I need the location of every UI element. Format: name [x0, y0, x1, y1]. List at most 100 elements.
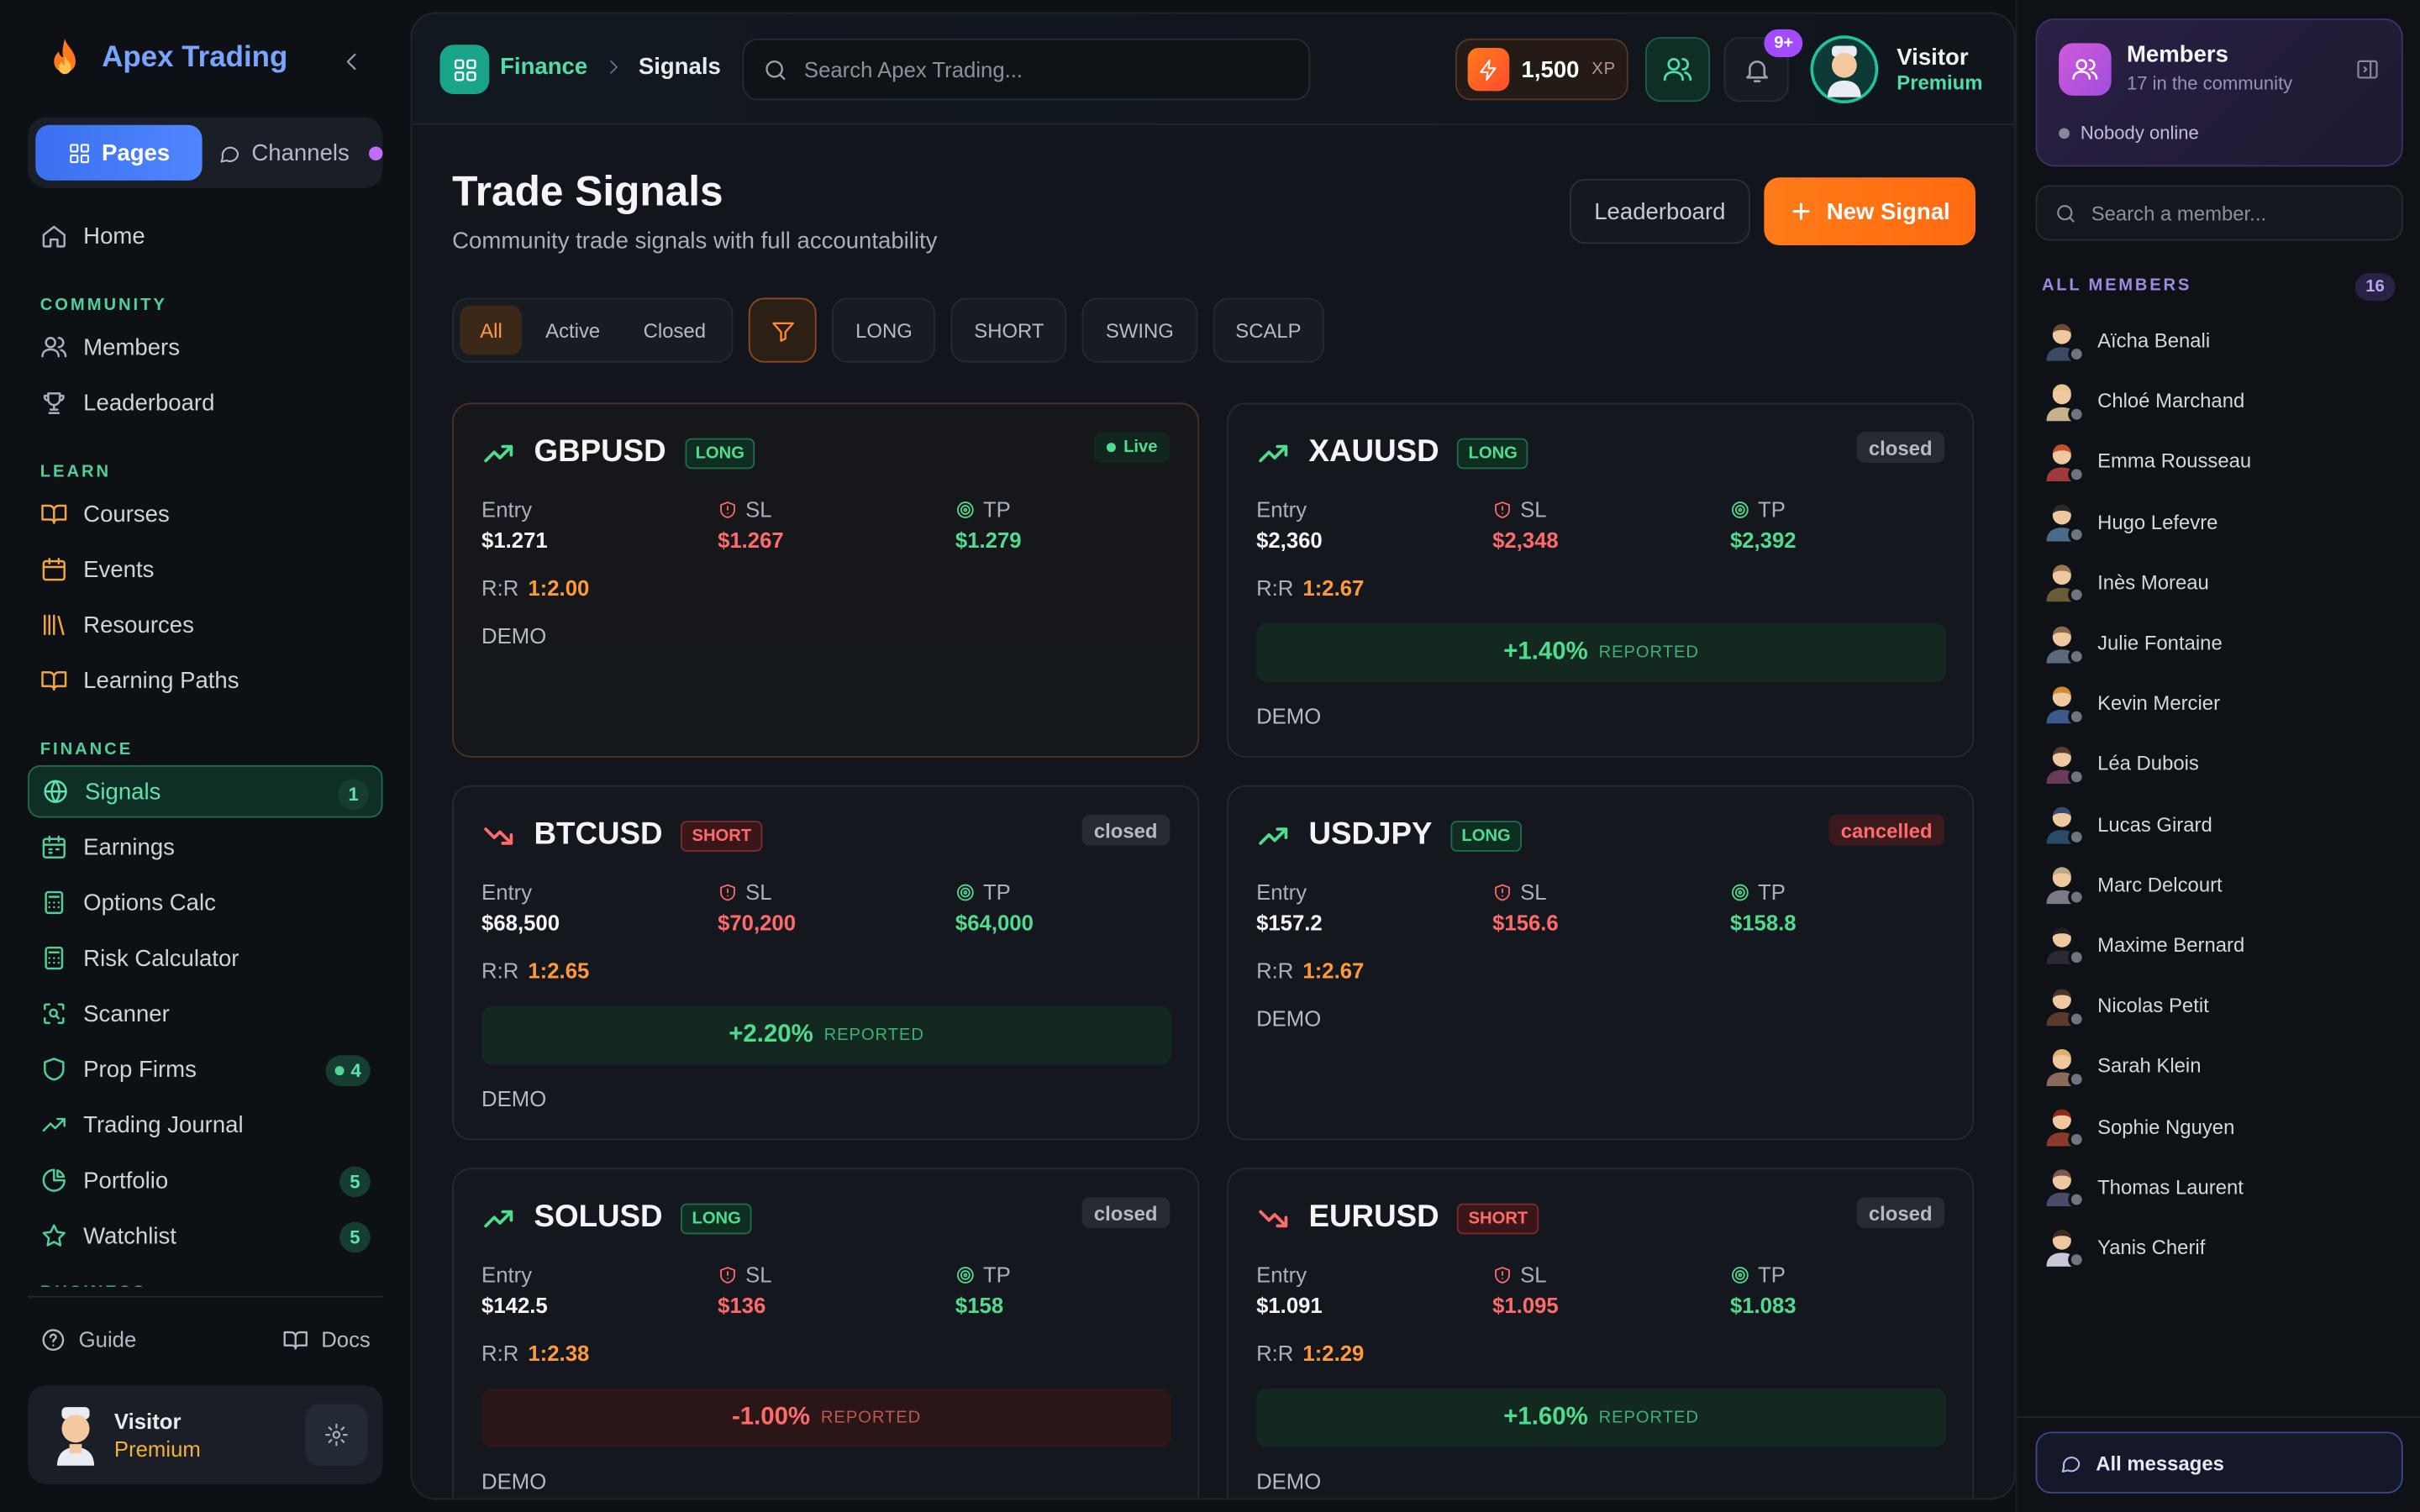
member-row[interactable]: Lucas Girard [2042, 794, 2406, 854]
member-row[interactable]: Julie Fontaine [2042, 612, 2406, 673]
signal-card[interactable]: XAUUSD LONG closed Entry $2,360 SL $2,348 … [1227, 402, 1975, 758]
search-input[interactable] [803, 56, 1291, 82]
shield-icon [44, 1058, 65, 1081]
entry-label: Entry [481, 879, 533, 905]
presence-dot [2068, 586, 2086, 604]
brand[interactable]: Apex Trading [46, 37, 287, 80]
member-name: Thomas Laurent [2097, 1175, 2244, 1199]
signal-card[interactable]: EURUSD SHORT closed Entry $1.091 SL $1.095… [1227, 1168, 1975, 1499]
sidebar-item-members[interactable]: Members [28, 321, 382, 373]
new-signal-button[interactable]: New Signal [1764, 177, 1975, 246]
member-row[interactable]: Hugo Lefevre [2042, 491, 2406, 552]
avatar [2042, 622, 2086, 664]
settings-button[interactable] [305, 1404, 368, 1466]
member-row[interactable]: Sophie Nguyen [2042, 1096, 2406, 1157]
signal-card[interactable]: GBPUSD LONG Live Entry $1.271 SL $1.267 TP… [452, 402, 1200, 758]
rr-value: 1:2.38 [528, 1341, 590, 1366]
notifications-button[interactable]: 9+ [1723, 29, 1803, 102]
member-name: Emma Rousseau [2097, 449, 2252, 473]
sidebar-item-learning-paths[interactable]: Learning Paths [28, 654, 382, 706]
member-row[interactable]: Kevin Mercier [2042, 673, 2406, 733]
signal-header: BTCUSD SHORT [481, 817, 763, 853]
avatar [2042, 743, 2086, 785]
member-name: Inès Moreau [2097, 570, 2209, 594]
presence-dot [2068, 768, 2086, 785]
channels-tab[interactable]: Channels [218, 125, 384, 181]
signal-header: XAUUSD LONG [1256, 435, 1528, 470]
member-row[interactable]: Inès Moreau [2042, 552, 2406, 612]
sidebar-item-label: Courses [83, 501, 170, 528]
sidebar-item-options-calc[interactable]: Options Calc [28, 876, 382, 928]
member-row[interactable]: Marc Delcourt [2042, 854, 2406, 915]
filter-toggle-button[interactable] [749, 297, 818, 363]
pages-tab[interactable]: Pages [35, 124, 203, 181]
topbar-user-info: Visitor Premium [1897, 45, 1982, 94]
trend-up-icon [1259, 827, 1288, 844]
filter-scalp[interactable]: SCALP [1212, 297, 1325, 363]
sidebar-item-leaderboard[interactable]: Leaderboard [28, 376, 382, 428]
shield-alert-icon [720, 883, 735, 900]
sidebar-item-earnings[interactable]: Earnings [28, 821, 382, 873]
star-icon [42, 1224, 66, 1247]
sidebar-item-home[interactable]: Home [28, 210, 382, 262]
rr-label: R:R [1256, 575, 1294, 601]
signal-card[interactable]: BTCUSD SHORT closed Entry $68,500 SL $70,2… [452, 785, 1200, 1141]
xp-display[interactable]: 1,500 XP [1455, 38, 1628, 101]
sl-value: $70,200 [718, 910, 797, 936]
members-toggle-button[interactable] [1644, 37, 1711, 102]
signal-card[interactable]: SOLUSD LONG closed Entry $142.5 SL $136 TP… [452, 1168, 1200, 1499]
sidebar-item-prop-firms[interactable]: Prop Firms 4 [28, 1043, 382, 1095]
presence-dot [2068, 647, 2086, 664]
filter-long[interactable]: LONG [832, 297, 936, 363]
guide-link[interactable]: Guide [40, 1326, 137, 1352]
member-row[interactable]: Aïcha Benali [2042, 310, 2406, 370]
member-row[interactable]: Thomas Laurent [2042, 1157, 2406, 1217]
member-search-input[interactable] [2091, 201, 2385, 225]
tp-value: $1.279 [955, 528, 1022, 553]
sidebar-item-scanner[interactable]: Scanner [28, 987, 382, 1039]
filter-short[interactable]: SHORT [950, 297, 1067, 363]
breadcrumb-section[interactable]: Finance [500, 54, 587, 80]
signal-card[interactable]: USDJPY LONG cancelled Entry $157.2 SL $156… [1227, 785, 1975, 1141]
sidebar-item-events[interactable]: Events [28, 543, 382, 596]
member-row[interactable]: Léa Dubois [2042, 733, 2406, 794]
member-row[interactable]: Sarah Klein [2042, 1036, 2406, 1096]
rr-value: 1:2.65 [528, 958, 590, 983]
account-type: DEMO [481, 1086, 547, 1111]
sidebar-item-risk-calculator[interactable]: Risk Calculator [28, 932, 382, 984]
member-row[interactable]: Yanis Cherif [2042, 1217, 2406, 1278]
member-row[interactable]: Emma Rousseau [2042, 431, 2406, 491]
presence-dot [2068, 1191, 2086, 1209]
sidebar-item-resources[interactable]: Resources [28, 599, 382, 651]
sidebar-item-courses[interactable]: Courses [28, 487, 382, 539]
member-row[interactable]: Maxime Bernard [2042, 915, 2406, 975]
leaderboard-button[interactable]: Leaderboard [1569, 179, 1750, 244]
account-type: DEMO [481, 1468, 547, 1494]
member-row[interactable]: Nicolas Petit [2042, 975, 2406, 1036]
sidebar-item-signals[interactable]: Signals 1 [28, 765, 383, 818]
finance-home-button[interactable] [439, 45, 490, 95]
docs-link[interactable]: Docs [282, 1326, 371, 1352]
sl-value: $1.267 [718, 528, 784, 553]
chat-bubble-icon [2061, 1456, 2081, 1472]
trend-up-icon [1259, 444, 1288, 462]
sidebar-item-watchlist[interactable]: Watchlist 5 [28, 1210, 382, 1262]
filter-all[interactable]: All [460, 305, 523, 355]
collapse-sidebar-icon[interactable] [339, 50, 364, 74]
filter-closed[interactable]: Closed [623, 306, 726, 355]
filter-active[interactable]: Active [525, 306, 620, 355]
panel-collapse-icon[interactable] [2355, 57, 2380, 81]
sidebar-item-portfolio[interactable]: Portfolio 5 [28, 1154, 382, 1206]
member-name: Maxime Bernard [2097, 933, 2245, 957]
all-messages-button[interactable]: All messages [2035, 1431, 2403, 1494]
topbar-user[interactable]: Visitor Premium [1810, 35, 1982, 104]
filter-swing[interactable]: SWING [1082, 297, 1197, 363]
member-row[interactable]: Chloé Marchand [2042, 370, 2406, 431]
entry-label: Entry [481, 1262, 533, 1287]
sidebar-footer: Guide Docs [28, 1315, 382, 1364]
member-name: Kevin Mercier [2097, 691, 2221, 715]
sidebar-item-trading-journal[interactable]: Trading Journal [28, 1099, 382, 1151]
book-open-icon [283, 1330, 308, 1349]
sidebar-user-card[interactable]: Visitor Premium [28, 1385, 383, 1484]
users-icon [41, 336, 67, 358]
